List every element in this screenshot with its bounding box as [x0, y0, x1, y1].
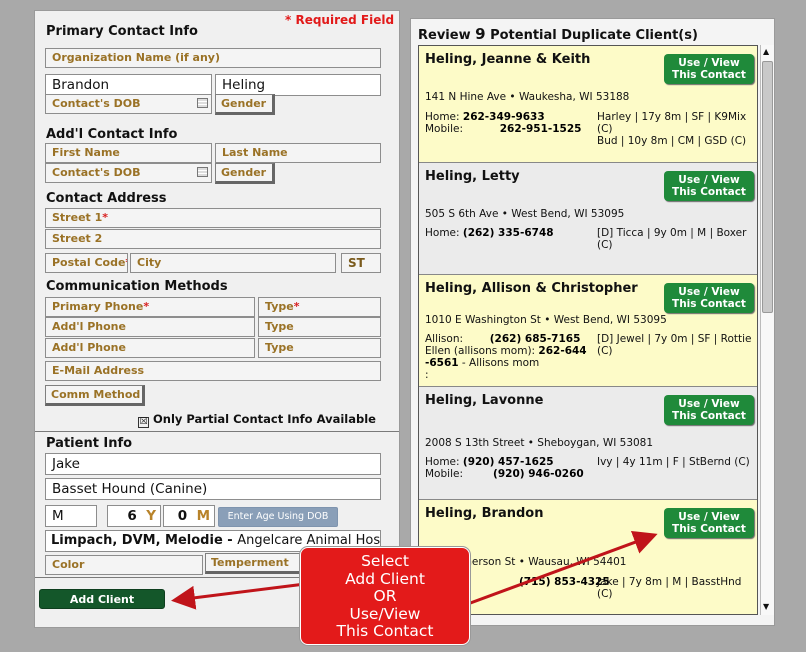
instruction-callout: Select Add Client OR Use/View This Conta… — [300, 547, 470, 645]
arrow-to-add-client — [171, 582, 306, 610]
arrow-to-use-view — [445, 530, 658, 614]
